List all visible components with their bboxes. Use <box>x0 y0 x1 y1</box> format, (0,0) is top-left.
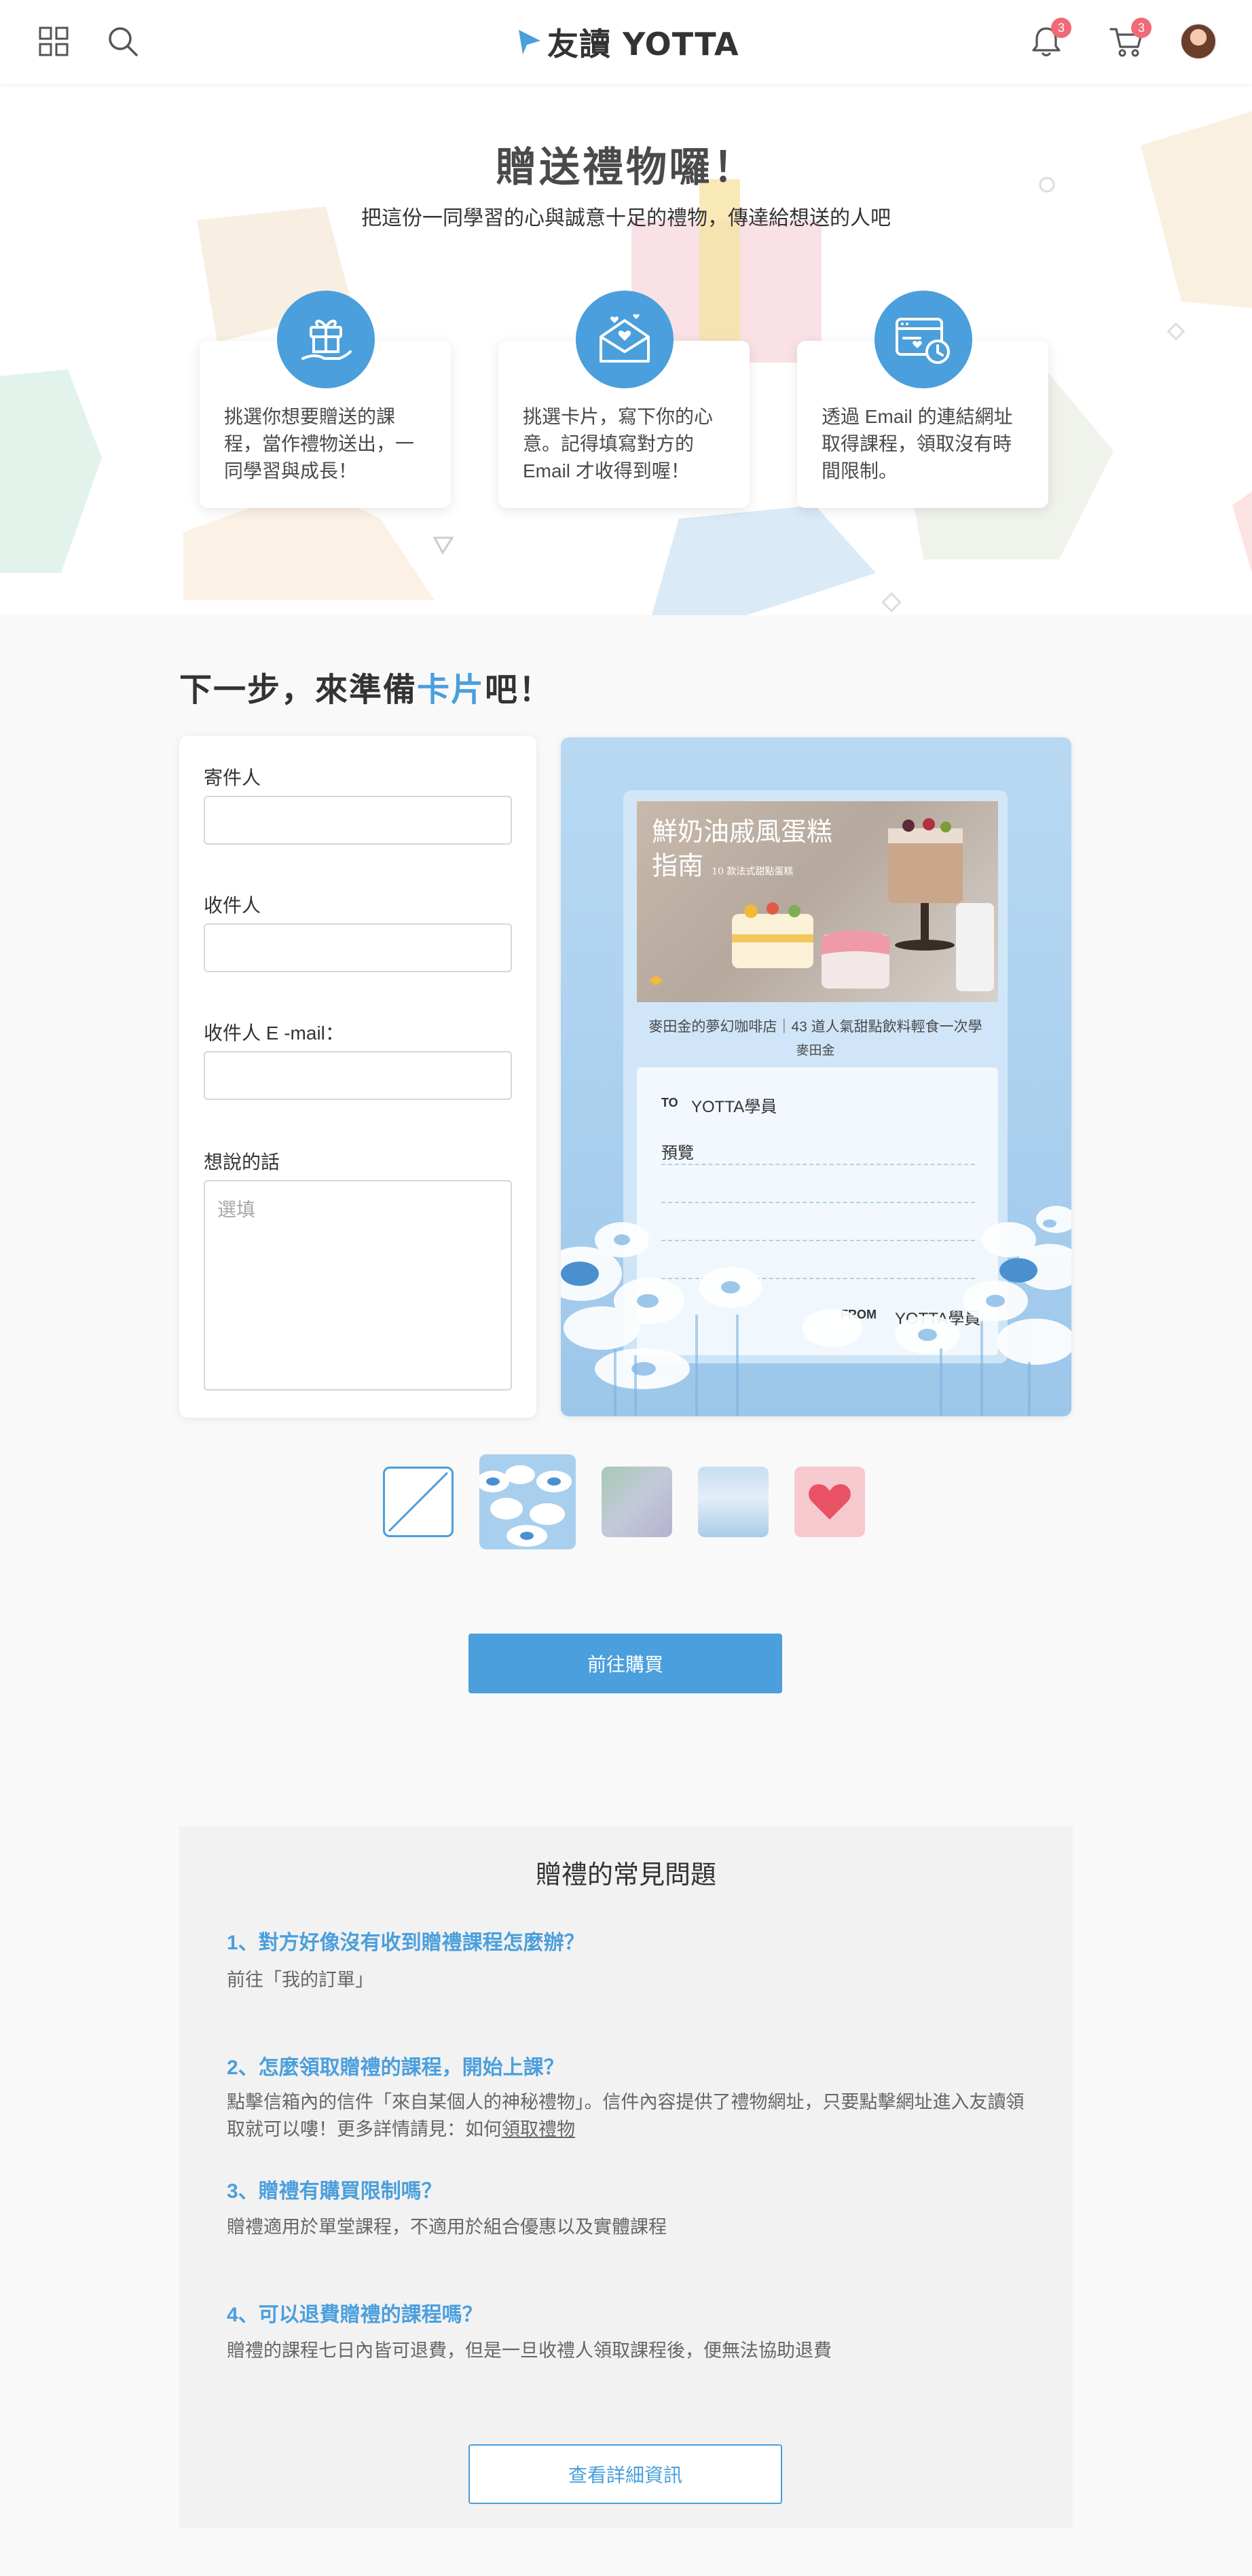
to-tag: TO <box>661 1096 678 1109</box>
preview-message: 預覽 <box>661 1144 694 1162</box>
course-thumbnail-image: 鮮奶油戚風蛋糕 指南 10 款法式甜點蛋糕 <box>637 801 998 1002</box>
notification-badge: 3 <box>1051 18 1071 38</box>
love-letter-icon <box>576 291 674 388</box>
faq-answer-text: 點擊信箱內的信件「來自某個人的神秘禮物」。信件內容提供了禮物網址，只要點擊網址進… <box>227 2092 1025 2139</box>
notification-bell-icon[interactable]: 3 <box>1027 18 1071 61</box>
faq-question[interactable]: 3、贈禮有購買限制嗎？ <box>227 2174 442 2204</box>
recipient-input[interactable] <box>204 923 512 972</box>
course-author: 麥田金 <box>796 1044 835 1058</box>
step-text: 挑選你想要贈送的課程，當作禮物送出，一同學習與成長！ <box>224 406 415 481</box>
course-caption: 麥田金的夢幻咖啡店｜43 道人氣甜點飲料輕食一次學 <box>648 1019 982 1035</box>
logo-mark-icon <box>519 30 540 54</box>
hero-subtitle: 把這份一同學習的心與誠意十足的禮物，傳達給想送的人吧 <box>361 207 891 229</box>
cart-icon[interactable]: 3 <box>1107 18 1152 61</box>
from-tag: FROM <box>841 1308 877 1321</box>
claim-gift-link[interactable]: 領取禮物 <box>502 2119 575 2139</box>
gift-hand-icon <box>277 291 375 388</box>
heart-icon <box>809 1484 851 1520</box>
faq-question[interactable]: 4、可以退費贈禮的課程嗎？ <box>227 2298 483 2327</box>
recipient-email-input[interactable] <box>204 1051 512 1100</box>
note-line <box>661 1278 975 1279</box>
faq-answer: 贈禮適用於單堂課程，不適用於組合優惠以及實體課程 <box>227 2217 667 2237</box>
message-label: 想說的話 <box>204 1152 280 1173</box>
step-text: 透過 Email 的連結網址取得課程，領取沒有時間限制。 <box>822 406 1013 481</box>
card-style-none[interactable] <box>383 1467 454 1537</box>
faq-answer: 點擊信箱內的信件「來自某個人的神秘禮物」。信件內容提供了禮物網址，只要點擊網址進… <box>227 2089 1035 2143</box>
hero-section: 贈送禮物囉！ 把這份一同學習的心與誠意十足的禮物，傳達給想送的人吧 挑選你想要贈… <box>0 84 1252 615</box>
course-image-subtitle: 10 款法式甜點蛋糕 <box>712 866 794 877</box>
search-icon[interactable] <box>103 22 143 61</box>
title-prefix: 下一步，來準備 <box>179 672 418 708</box>
faq-answer: 贈禮的課程七日內皆可退費，但是一旦收禮人領取課程後，便無法協助退費 <box>227 2340 832 2361</box>
from-name: YOTTA學員 <box>895 1310 981 1328</box>
step-text: 挑選卡片，寫下你的心意。記得填寫對方的 Email 才收得到喔！ <box>523 406 714 481</box>
card-section-title: 下一步，來準備卡片吧！ <box>179 663 553 710</box>
sender-label: 寄件人 <box>204 767 261 788</box>
recipient-label: 收件人 <box>204 895 261 916</box>
title-suffix: 吧！ <box>485 672 553 708</box>
view-details-button[interactable]: 查看詳細資訊 <box>468 2444 782 2504</box>
grid-menu-icon[interactable] <box>34 22 73 61</box>
no-style-icon <box>388 1471 449 1532</box>
top-header: 友讀 YOTTA 3 3 <box>0 0 1252 84</box>
site-logo[interactable]: 友讀 YOTTA <box>516 23 739 62</box>
course-image-title-line1: 鮮奶油戚風蛋糕 <box>652 817 833 847</box>
course-image-title: 鮮奶油戚風蛋糕 指南 10 款法式甜點蛋糕 <box>652 815 832 889</box>
flowers-thumb-icon <box>479 1465 572 1547</box>
faq-answer: 前往「我的訂單」 <box>227 1970 373 1990</box>
card-style-gradient[interactable] <box>602 1467 672 1537</box>
message-textarea[interactable] <box>204 1180 512 1391</box>
note-line <box>661 1164 975 1165</box>
note-line <box>661 1240 975 1241</box>
sender-input[interactable] <box>204 796 512 845</box>
user-avatar[interactable] <box>1180 23 1217 60</box>
card-note: TO YOTTA學員 預覽 FROM YOTTA學員 <box>637 1067 998 1355</box>
note-line <box>661 1202 975 1203</box>
faq-question[interactable]: 2、怎麼領取贈禮的課程，開始上課？ <box>227 2050 564 2080</box>
card-style-heart[interactable] <box>794 1467 865 1537</box>
faq-section: 贈禮的常見問題 1、對方好像沒有收到贈禮課程怎麼辦？ 前往「我的訂單」 2、怎麼… <box>179 1826 1073 2528</box>
cart-badge: 3 <box>1131 18 1152 38</box>
hero-title: 贈送禮物囉！ <box>496 145 756 190</box>
browser-clock-icon <box>874 291 972 388</box>
title-highlight: 卡片 <box>417 672 485 708</box>
card-letter: 鮮奶油戚風蛋糕 指南 10 款法式甜點蛋糕 麥田金的夢幻咖啡店｜43 道人氣甜點… <box>623 790 1008 1363</box>
to-name: YOTTA學員 <box>691 1098 777 1116</box>
card-style-waves[interactable] <box>698 1467 769 1537</box>
logo-text: 友讀 YOTTA <box>547 26 739 62</box>
course-image-title-line2: 指南 <box>652 851 704 881</box>
card-style-flowers[interactable] <box>479 1454 576 1549</box>
recipient-email-label: 收件人 E -mail： <box>204 1023 344 1044</box>
gift-card-form: 寄件人 收件人 收件人 E -mail： 想說的話 <box>179 736 536 1418</box>
card-preview: 鮮奶油戚風蛋糕 指南 10 款法式甜點蛋糕 麥田金的夢幻咖啡店｜43 道人氣甜點… <box>561 737 1071 1416</box>
faq-question[interactable]: 1、對方好像沒有收到贈禮課程怎麼辦？ <box>227 1926 585 1955</box>
go-purchase-button[interactable]: 前往購買 <box>468 1634 782 1693</box>
faq-title: 贈禮的常見問題 <box>535 1861 716 1890</box>
